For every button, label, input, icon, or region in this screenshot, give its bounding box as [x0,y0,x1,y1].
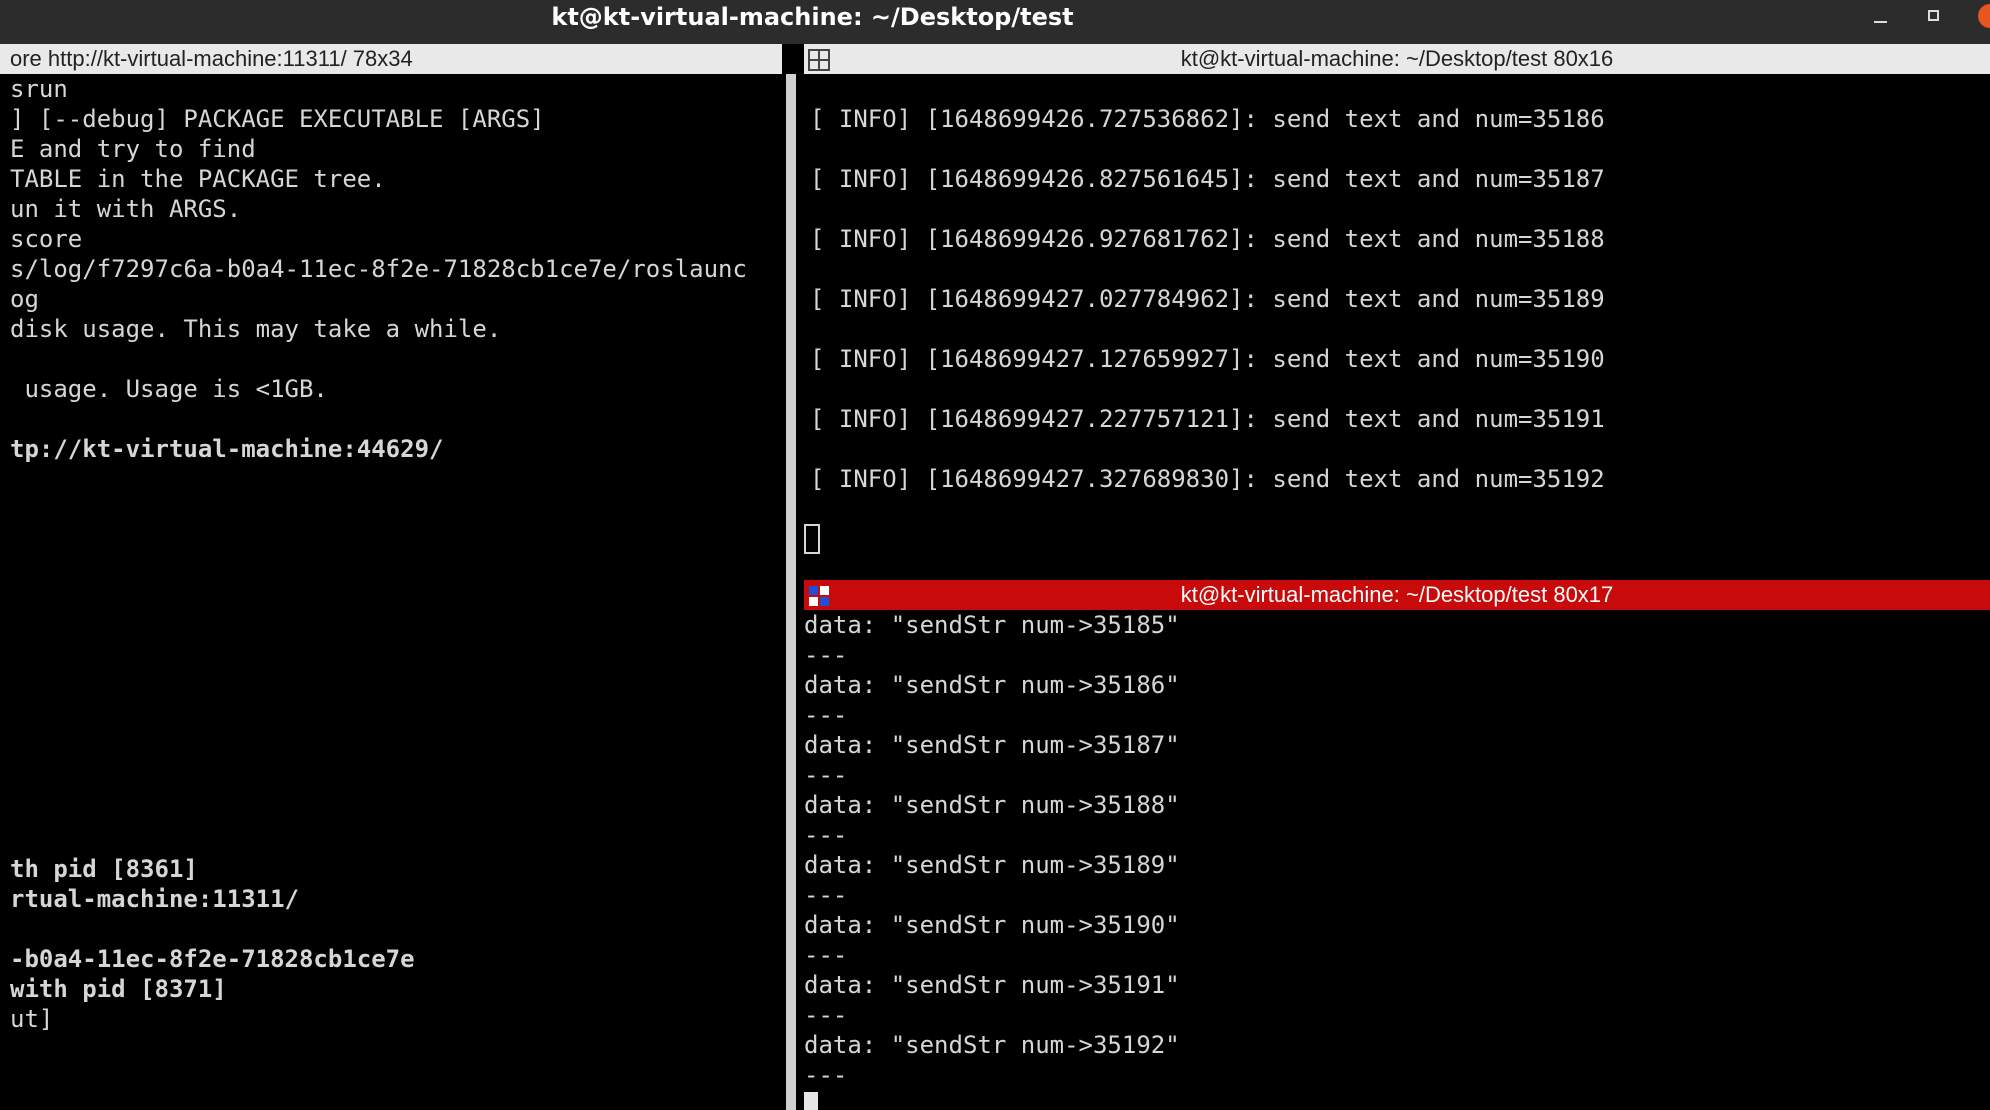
terminal-line: --- [804,1001,848,1029]
terminal-line: [ INFO] [1648699427.227757121]: send tex… [810,405,1605,433]
terminal-line: data: "sendStr num->35188" [804,791,1180,819]
terminal-line: ut] [10,1005,54,1033]
bottom-right-text-cursor [804,1092,818,1110]
terminal-line: [ INFO] [1648699427.027784962]: send tex… [810,285,1605,313]
left-pane-header[interactable]: ore http://kt-virtual-machine:11311/ 78x… [0,44,782,74]
terminal-line: --- [804,1061,848,1089]
terminal-line: E and try to find [10,135,256,163]
terminal-line: data: "sendStr num->35192" [804,1031,1180,1059]
terminal-line: usage. Usage is <1GB. [10,375,328,403]
terminal-line: --- [804,701,848,729]
bottom-right-pane-header[interactable]: kt@kt-virtual-machine: ~/Desktop/test 80… [804,580,1990,610]
terminal-line: data: "sendStr num->35190" [804,911,1180,939]
left-terminal-output[interactable]: srun] [--debug] PACKAGE EXECUTABLE [ARGS… [10,74,782,1034]
terminal-line: data: "sendStr num->35186" [804,671,1180,699]
terminal-line: un it with ARGS. [10,195,242,223]
terminal-line: --- [804,821,848,849]
terminal-line: rtual-machine:11311/ [10,885,299,913]
terminal-line: TABLE in the PACKAGE tree. [10,165,386,193]
terminal-line: -b0a4-11ec-8f2e-71828cb1ce7e [10,945,415,973]
terminal-line: ] [--debug] PACKAGE EXECUTABLE [ARGS] [10,105,545,133]
top-right-pane-title: kt@kt-virtual-machine: ~/Desktop/test 80… [1180,46,1614,71]
terminal-line: score [10,225,83,253]
top-right-pane-header[interactable]: kt@kt-virtual-machine: ~/Desktop/test 80… [804,44,1990,74]
top-right-terminal-output[interactable]: [ INFO] [1648699426.727536862]: send tex… [810,74,1990,494]
terminal-line: [ INFO] [1648699426.827561645]: send tex… [810,165,1605,193]
terminal-line: th pid [8361] [10,855,198,883]
terminator-grid-icon[interactable] [808,49,830,71]
terminal-line: data: "sendStr num->35189" [804,851,1180,879]
bottom-right-terminal-output[interactable]: data: "sendStr num->35185" --- data: "send… [804,610,1990,1090]
terminal-line: [ INFO] [1648699426.927681762]: send tex… [810,225,1605,253]
window-titlebar: kt@kt-virtual-machine: ~/Desktop/test [0,0,1990,44]
terminal-line: --- [804,761,848,789]
terminal-line: data: "sendStr num->35185" [804,611,1180,639]
close-icon[interactable] [1978,4,1990,28]
window-title: kt@kt-virtual-machine: ~/Desktop/test [551,3,1074,31]
terminal-line: [ INFO] [1648699426.727536862]: send tex… [810,105,1605,133]
terminal-line: srun [10,75,68,103]
terminal-line: data: "sendStr num->35187" [804,731,1180,759]
bottom-right-terminal-pane[interactable]: kt@kt-virtual-machine: ~/Desktop/test 80… [804,580,1990,1110]
terminal-line: tp://kt-virtual-machine:44629/ [10,435,444,463]
left-terminal-pane[interactable]: ore http://kt-virtual-machine:11311/ 78x… [0,44,782,1110]
terminator-grid-icon[interactable] [808,585,830,607]
terminal-line: data: "sendStr num->35191" [804,971,1180,999]
terminal-line: --- [804,641,848,669]
top-right-text-cursor [804,524,820,554]
terminal-line: s/log/f7297c6a-b0a4-11ec-8f2e-71828cb1ce… [10,255,747,283]
maximize-icon[interactable] [1920,4,1950,34]
left-pane-title: ore http://kt-virtual-machine:11311/ 78x… [10,46,413,71]
left-pane-scrollbar-track[interactable] [786,74,796,1110]
terminal-line: og [10,285,39,313]
terminal-line: with pid [8371] [10,975,227,1003]
terminal-line: [ INFO] [1648699427.327689830]: send tex… [810,465,1605,493]
top-right-terminal-pane[interactable]: kt@kt-virtual-machine: ~/Desktop/test 80… [804,44,1990,580]
terminal-line: --- [804,941,848,969]
terminal-line: [ INFO] [1648699427.127659927]: send tex… [810,345,1605,373]
pane-divider[interactable] [782,44,804,1110]
terminal-line: --- [804,881,848,909]
minimize-icon[interactable] [1866,4,1896,34]
terminal-line: disk usage. This may take a while. [10,315,502,343]
bottom-right-pane-title: kt@kt-virtual-machine: ~/Desktop/test 80… [1180,582,1614,607]
